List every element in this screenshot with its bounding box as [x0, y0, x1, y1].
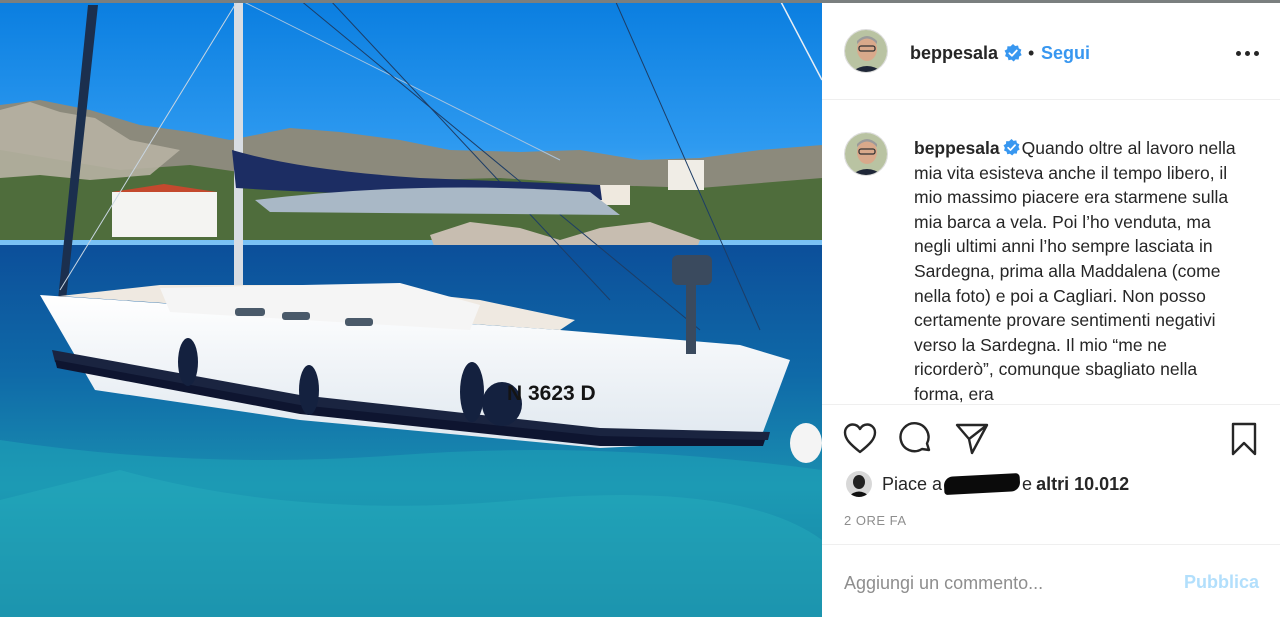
comment-icon[interactable] — [898, 421, 934, 457]
caption-text: Quando oltre al lavoro nella mia vita es… — [914, 138, 1236, 404]
likes-conjunction: e — [1022, 473, 1033, 494]
post-header: beppesala • Segui — [822, 3, 1280, 100]
publish-button[interactable]: Pubblica — [1184, 572, 1259, 593]
post-caption: beppesala Quando oltre al lavoro nella m… — [914, 136, 1244, 404]
add-comment-bar: Pubblica — [822, 544, 1280, 617]
separator-dot: • — [1028, 43, 1035, 63]
username[interactable]: beppesala — [910, 43, 998, 64]
caption-username[interactable]: beppesala — [914, 138, 1000, 158]
post-image[interactable]: N 3623 D — [0, 0, 822, 617]
post-timestamp[interactable]: 2 ORE FA — [844, 513, 907, 528]
likes-count[interactable]: altri 10.012 — [1036, 474, 1129, 495]
avatar[interactable] — [844, 29, 888, 73]
post-side-panel: beppesala • Segui beppesala Quando oltre — [822, 0, 1280, 617]
verified-badge-icon — [1003, 139, 1020, 156]
likes-prefix: Piace a — [882, 473, 943, 494]
sailboat-photo: N 3623 D — [0, 0, 822, 617]
likes-summary[interactable]: Piace a e altri 10.012 — [846, 471, 1129, 497]
window-top-strip — [0, 0, 1280, 3]
caption-section: beppesala Quando oltre al lavoro nella m… — [822, 101, 1280, 404]
redacted-username — [943, 473, 1021, 495]
post-actions: Piace a e altri 10.012 2 ORE FA — [822, 404, 1280, 544]
heart-icon[interactable] — [842, 421, 878, 457]
boat-registration: N 3623 D — [507, 382, 596, 405]
verified-badge-icon — [1004, 44, 1022, 62]
caption-avatar[interactable] — [844, 132, 888, 176]
bookmark-icon[interactable] — [1226, 421, 1262, 457]
more-options-icon[interactable] — [1222, 33, 1272, 73]
share-icon[interactable] — [954, 421, 990, 457]
follow-button[interactable]: Segui — [1041, 43, 1090, 64]
liker-avatar — [846, 471, 872, 497]
comment-input[interactable] — [844, 569, 1164, 597]
